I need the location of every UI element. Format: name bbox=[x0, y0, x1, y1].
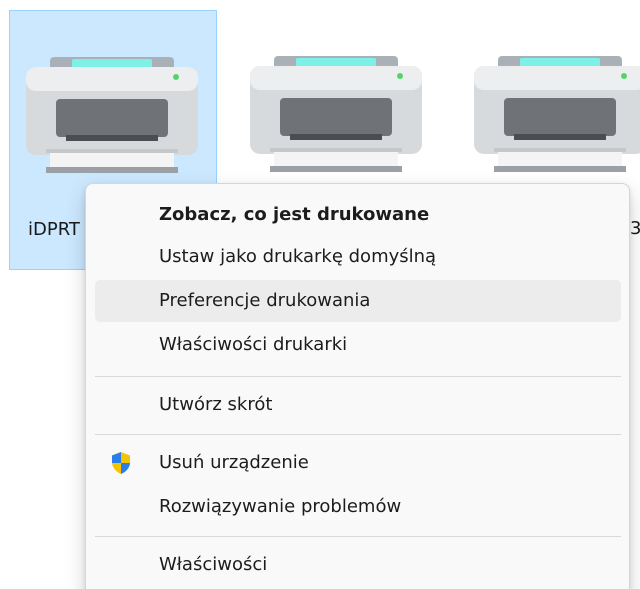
printer-name-label-partial: 3 bbox=[630, 218, 640, 239]
uac-shield-icon bbox=[109, 451, 133, 475]
menu-item-label: Usuń urządzenie bbox=[159, 452, 309, 473]
menu-separator bbox=[95, 434, 621, 435]
menu-item-label: Preferencje drukowania bbox=[159, 290, 371, 311]
menu-item-remove-device[interactable]: Usuń urządzenie bbox=[95, 442, 621, 484]
menu-item-label: Ustaw jako drukarkę domyślną bbox=[159, 246, 437, 267]
menu-item-create-shortcut[interactable]: Utwórz skrót bbox=[95, 384, 621, 426]
printer-name-label: iDPRT bbox=[28, 219, 80, 240]
menu-item-printer-properties[interactable]: Właściwości drukarki bbox=[95, 324, 621, 366]
menu-item-label: Utwórz skrót bbox=[159, 394, 273, 415]
printer-icon bbox=[250, 54, 422, 174]
printer-icon bbox=[26, 55, 198, 175]
menu-item-printing-preferences[interactable]: Preferencje drukowania bbox=[95, 280, 621, 322]
menu-item-properties[interactable]: Właściwości bbox=[95, 544, 621, 586]
menu-item-label: Zobacz, co jest drukowane bbox=[159, 204, 430, 225]
menu-item-label: Właściwości bbox=[159, 554, 268, 575]
menu-separator bbox=[95, 376, 621, 377]
menu-item-set-default-printer[interactable]: Ustaw jako drukarkę domyślną bbox=[95, 236, 621, 278]
context-menu: Zobacz, co jest drukowane Ustaw jako dru… bbox=[85, 183, 630, 589]
menu-item-label: Rozwiązywanie problemów bbox=[159, 496, 402, 517]
menu-item-troubleshoot[interactable]: Rozwiązywanie problemów bbox=[95, 486, 621, 528]
menu-item-label: Właściwości drukarki bbox=[159, 334, 348, 355]
menu-separator bbox=[95, 536, 621, 537]
printer-icon bbox=[474, 54, 640, 174]
explorer-printers-view: iDPRT 3 Zobacz, co jest drukowane Ustaw … bbox=[0, 0, 640, 589]
menu-item-see-whats-printing[interactable]: Zobacz, co jest drukowane bbox=[95, 194, 621, 236]
